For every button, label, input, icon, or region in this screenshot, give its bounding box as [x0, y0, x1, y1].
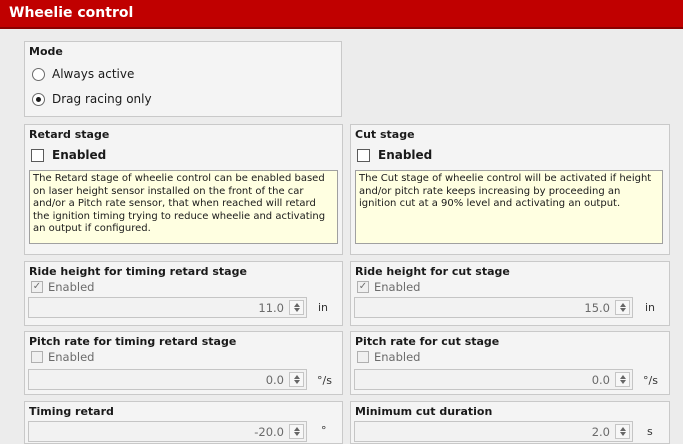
- radio-button[interactable]: [32, 67, 45, 81]
- radio-label: Drag racing only: [52, 92, 152, 106]
- chevron-down-icon[interactable]: [294, 308, 300, 312]
- pitch-rate-cut-spinbox[interactable]: 0.0: [354, 369, 633, 390]
- radio-button-selected[interactable]: [32, 92, 45, 106]
- checkbox-label: Enabled: [374, 280, 421, 294]
- cut-stage-title: Cut stage: [355, 128, 415, 141]
- ride-height-retard-title: Ride height for timing retard stage: [29, 265, 247, 278]
- unit-label: s: [647, 425, 653, 438]
- spinbox-value[interactable]: 2.0: [592, 425, 610, 439]
- pitch-rate-retard-enabled-checkbox[interactable]: Enabled: [31, 350, 94, 364]
- unit-label: °: [321, 424, 327, 437]
- checkbox-label: Enabled: [48, 350, 95, 364]
- check-icon[interactable]: ✓: [357, 281, 369, 293]
- spinbox-value[interactable]: -20.0: [254, 425, 284, 439]
- cut-stage-group: Cut stage Enabled The Cut stage of wheel…: [350, 124, 670, 255]
- timing-retard-title: Timing retard: [29, 405, 114, 418]
- ride-height-retard-group: Ride height for timing retard stage ✓ En…: [24, 261, 343, 326]
- unit-label: °/s: [317, 374, 332, 387]
- ride-height-cut-group: Ride height for cut stage ✓ Enabled 15.0…: [350, 261, 670, 326]
- unit-label: in: [645, 301, 656, 314]
- pitch-rate-cut-group: Pitch rate for cut stage Enabled 0.0 °/s: [350, 331, 670, 395]
- cut-stage-description: The Cut stage of wheelie control will be…: [355, 170, 663, 244]
- pitch-rate-cut-title: Pitch rate for cut stage: [355, 335, 500, 348]
- chevron-up-icon[interactable]: [620, 303, 626, 307]
- spinbox-arrows[interactable]: [615, 424, 630, 439]
- spinbox-value[interactable]: 11.0: [258, 301, 284, 315]
- spinbox-arrows[interactable]: [289, 372, 304, 387]
- minimum-cut-duration-title: Minimum cut duration: [355, 405, 493, 418]
- chevron-up-icon[interactable]: [294, 375, 300, 379]
- chevron-up-icon[interactable]: [294, 303, 300, 307]
- ride-height-cut-spinbox[interactable]: 15.0: [354, 297, 633, 318]
- pitch-rate-retard-spinbox[interactable]: 0.0: [28, 369, 307, 390]
- ride-height-cut-enabled-checkbox[interactable]: ✓ Enabled: [357, 280, 420, 294]
- retard-stage-title: Retard stage: [29, 128, 110, 141]
- check-icon[interactable]: ✓: [31, 281, 43, 293]
- radio-label: Always active: [52, 67, 135, 81]
- unit-label: in: [318, 301, 329, 314]
- checkbox-label: Enabled: [48, 280, 95, 294]
- minimum-cut-duration-spinbox[interactable]: 2.0: [354, 421, 633, 442]
- mode-option-drag-racing-only[interactable]: Drag racing only: [32, 92, 152, 106]
- retard-stage-enabled-checkbox[interactable]: Enabled: [31, 148, 106, 162]
- checkbox-label: Enabled: [374, 350, 421, 364]
- mode-group-title: Mode: [29, 45, 63, 58]
- checkbox[interactable]: [357, 148, 370, 162]
- timing-retard-spinbox[interactable]: -20.0: [28, 421, 307, 442]
- pitch-rate-retard-title: Pitch rate for timing retard stage: [29, 335, 237, 348]
- pitch-rate-cut-enabled-checkbox[interactable]: Enabled: [357, 350, 420, 364]
- spinbox-value[interactable]: 0.0: [592, 373, 610, 387]
- spinbox-arrows[interactable]: [289, 424, 304, 439]
- mode-group: Mode Always active Drag racing only: [24, 41, 342, 117]
- chevron-down-icon[interactable]: [620, 432, 626, 436]
- spinbox-arrows[interactable]: [615, 372, 630, 387]
- chevron-up-icon[interactable]: [620, 427, 626, 431]
- spinbox-value[interactable]: 15.0: [584, 301, 610, 315]
- spinbox-value[interactable]: 0.0: [266, 373, 284, 387]
- chevron-up-icon[interactable]: [620, 375, 626, 379]
- spinbox-arrows[interactable]: [289, 300, 304, 315]
- ride-height-retard-spinbox[interactable]: 11.0: [28, 297, 307, 318]
- timing-retard-group: Timing retard -20.0 °: [24, 401, 343, 444]
- chevron-down-icon[interactable]: [294, 432, 300, 436]
- chevron-down-icon[interactable]: [294, 380, 300, 384]
- spinbox-arrows[interactable]: [615, 300, 630, 315]
- ride-height-retard-enabled-checkbox[interactable]: ✓ Enabled: [31, 280, 94, 294]
- ride-height-cut-title: Ride height for cut stage: [355, 265, 510, 278]
- checkbox[interactable]: [357, 351, 369, 363]
- unit-label: °/s: [643, 374, 658, 387]
- chevron-down-icon[interactable]: [620, 308, 626, 312]
- retard-stage-description: The Retard stage of wheelie control can …: [29, 170, 338, 244]
- retard-stage-group: Retard stage Enabled The Retard stage of…: [24, 124, 343, 255]
- window-titlebar: Wheelie control: [0, 0, 683, 29]
- checkbox-label: Enabled: [378, 148, 433, 162]
- checkbox-label: Enabled: [52, 148, 107, 162]
- chevron-up-icon[interactable]: [294, 427, 300, 431]
- checkbox[interactable]: [31, 148, 44, 162]
- checkbox[interactable]: [31, 351, 43, 363]
- mode-option-always-active[interactable]: Always active: [32, 67, 134, 81]
- cut-stage-enabled-checkbox[interactable]: Enabled: [357, 148, 432, 162]
- pitch-rate-retard-group: Pitch rate for timing retard stage Enabl…: [24, 331, 343, 395]
- chevron-down-icon[interactable]: [620, 380, 626, 384]
- minimum-cut-duration-group: Minimum cut duration 2.0 s: [350, 401, 670, 444]
- window-title: Wheelie control: [9, 5, 134, 21]
